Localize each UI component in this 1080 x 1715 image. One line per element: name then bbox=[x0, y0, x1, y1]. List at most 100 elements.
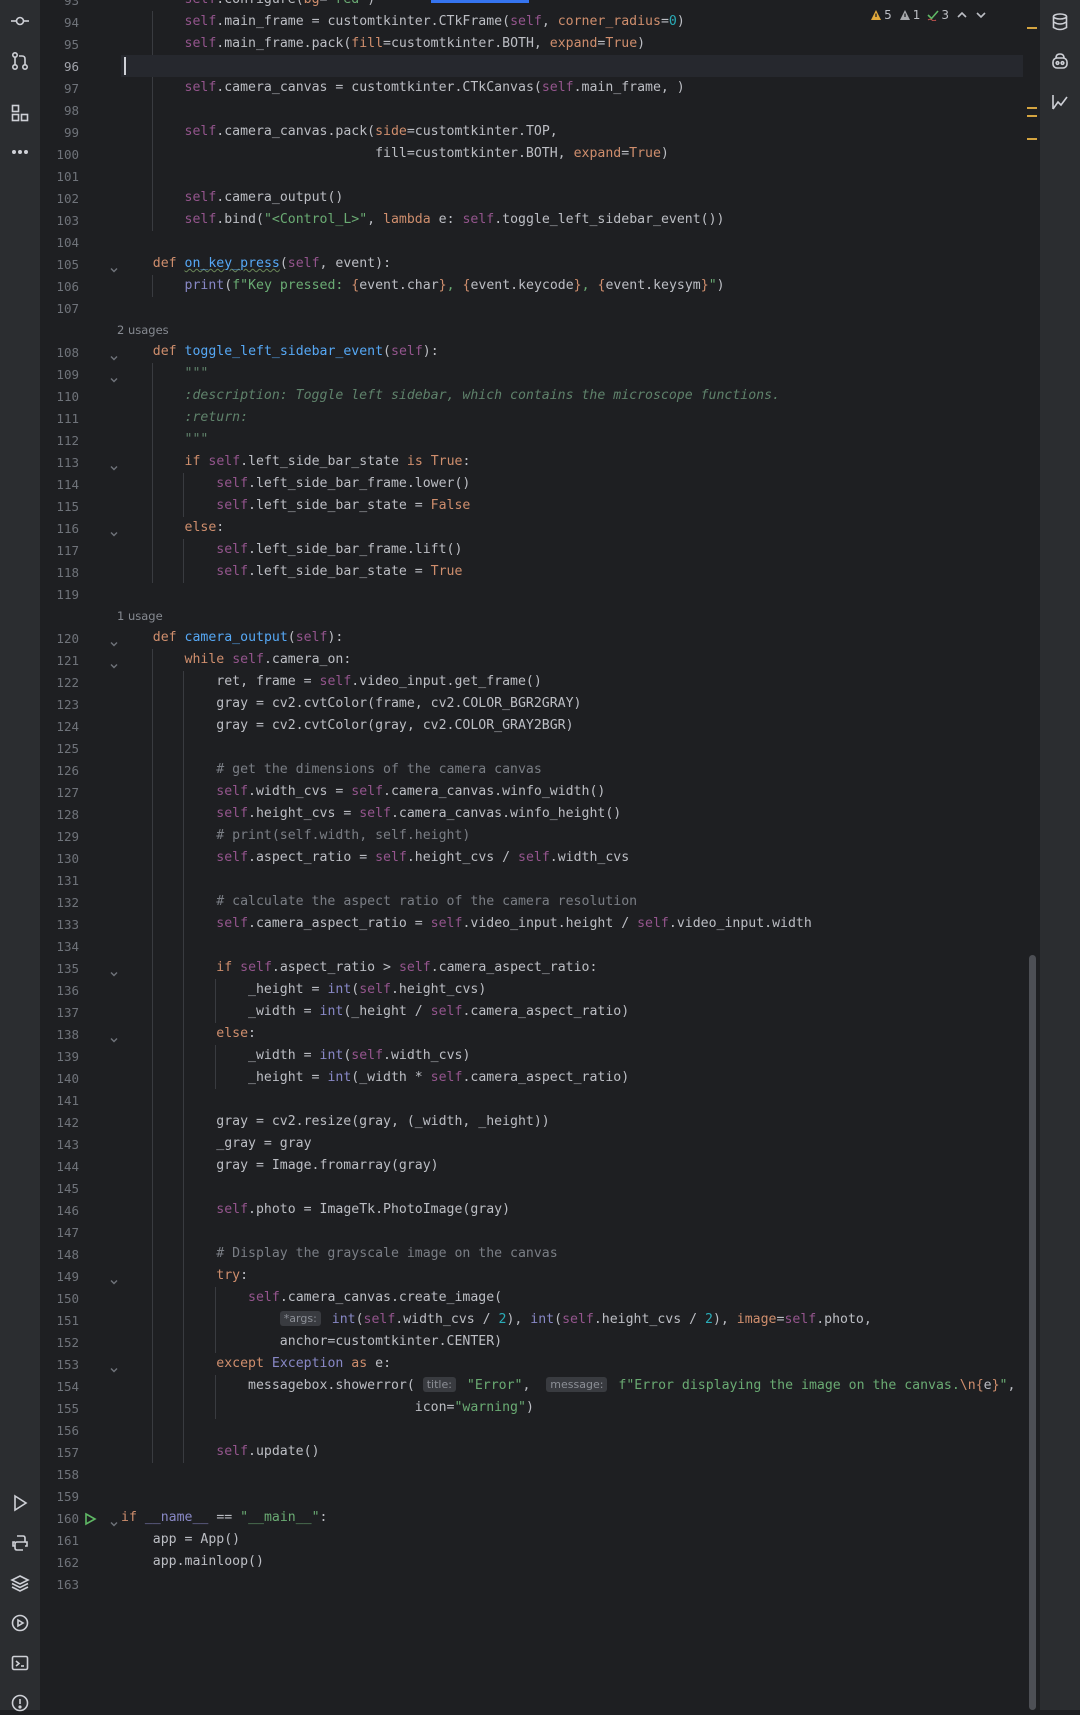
fold-chevron-icon[interactable] bbox=[109, 1360, 119, 1373]
fold-chevron-icon[interactable] bbox=[109, 1030, 119, 1043]
line-number[interactable]: 111 bbox=[41, 411, 79, 426]
fold-chevron-icon[interactable] bbox=[109, 964, 119, 977]
line-number[interactable]: 133 bbox=[41, 917, 79, 932]
code-line[interactable]: anchor=customtkinter.CENTER) bbox=[121, 1331, 1023, 1353]
code-line[interactable]: self.left_side_bar_state = True bbox=[121, 561, 1023, 583]
code-line[interactable]: self.width_cvs = self.camera_canvas.winf… bbox=[121, 781, 1023, 803]
inspections-widget[interactable]: 5 1 3 bbox=[870, 8, 987, 22]
line-number[interactable]: 155 bbox=[41, 1401, 79, 1416]
run-gutter-icon[interactable] bbox=[83, 1511, 97, 1526]
code-line[interactable]: self.camera_canvas = customtkinter.CTkCa… bbox=[121, 77, 1023, 99]
python-console-icon[interactable] bbox=[8, 1531, 32, 1555]
fold-chevron-icon[interactable] bbox=[109, 1272, 119, 1285]
code-line[interactable] bbox=[121, 231, 1023, 253]
code-line[interactable]: self.photo = ImageTk.PhotoImage(gray) bbox=[121, 1199, 1023, 1221]
line-number[interactable]: 121 bbox=[41, 653, 79, 668]
line-number[interactable]: 156 bbox=[41, 1423, 79, 1438]
warning-marker[interactable] bbox=[1027, 27, 1037, 29]
fold-chevron-icon[interactable] bbox=[109, 370, 119, 383]
code-line[interactable]: if self.left_side_bar_state is True: bbox=[121, 451, 1023, 473]
scrollbar-thumb[interactable] bbox=[1029, 955, 1036, 1710]
warning-marker[interactable] bbox=[1027, 138, 1037, 140]
code-line[interactable]: gray = cv2.resize(gray, (_width, _height… bbox=[121, 1111, 1023, 1133]
line-number[interactable]: 132 bbox=[41, 895, 79, 910]
commit-icon[interactable] bbox=[8, 9, 32, 33]
vertical-scrollbar[interactable] bbox=[1025, 0, 1039, 1710]
line-number[interactable]: 123 bbox=[41, 697, 79, 712]
code-line[interactable] bbox=[121, 737, 1023, 759]
code-line[interactable]: *args: int(self.width_cvs / 2), int(self… bbox=[121, 1309, 1023, 1331]
code-line[interactable]: app.mainloop() bbox=[121, 1551, 1023, 1573]
line-number[interactable]: 143 bbox=[41, 1137, 79, 1152]
line-number[interactable]: 95 bbox=[41, 37, 79, 52]
fold-chevron-icon[interactable] bbox=[109, 1514, 119, 1527]
code-line[interactable]: print(f"Key pressed: {event.char}, {even… bbox=[121, 275, 1023, 297]
warning-marker[interactable] bbox=[1027, 115, 1037, 117]
line-number[interactable]: 117 bbox=[41, 543, 79, 558]
line-number[interactable]: 151 bbox=[41, 1313, 79, 1328]
line-number[interactable]: 114 bbox=[41, 477, 79, 492]
weak-warnings-count[interactable]: 1 bbox=[899, 8, 920, 22]
line-number[interactable]: 93 bbox=[41, 0, 79, 8]
structure-icon[interactable] bbox=[8, 101, 32, 125]
code-line[interactable] bbox=[121, 1573, 1023, 1595]
usage-hint[interactable]: 1 usage bbox=[117, 609, 163, 623]
line-number[interactable]: 161 bbox=[41, 1533, 79, 1548]
code-line[interactable]: self.aspect_ratio = self.height_cvs / se… bbox=[121, 847, 1023, 869]
line-number[interactable]: 127 bbox=[41, 785, 79, 800]
code-line[interactable]: self.main_frame.pack(fill=customtkinter.… bbox=[121, 33, 1023, 55]
code-line[interactable] bbox=[121, 297, 1023, 319]
line-number[interactable]: 141 bbox=[41, 1093, 79, 1108]
code-line[interactable]: self.left_side_bar_frame.lift() bbox=[121, 539, 1023, 561]
code-line[interactable] bbox=[121, 935, 1023, 957]
line-number[interactable]: 118 bbox=[41, 565, 79, 580]
code-line[interactable] bbox=[121, 1089, 1023, 1111]
code-line[interactable]: else: bbox=[121, 1023, 1023, 1045]
line-number[interactable]: 147 bbox=[41, 1225, 79, 1240]
layers-icon[interactable] bbox=[8, 1571, 32, 1595]
code-line[interactable]: except Exception as e: bbox=[121, 1353, 1023, 1375]
code-line[interactable] bbox=[121, 55, 1023, 77]
code-line[interactable]: icon="warning") bbox=[121, 1397, 1023, 1419]
line-number[interactable]: 122 bbox=[41, 675, 79, 690]
fold-chevron-icon[interactable] bbox=[109, 260, 119, 273]
typos-count[interactable]: 3 bbox=[927, 8, 949, 22]
line-number[interactable]: 126 bbox=[41, 763, 79, 778]
code-line[interactable]: """ bbox=[121, 363, 1023, 385]
code-line[interactable]: self.update() bbox=[121, 1441, 1023, 1463]
code-line[interactable]: messagebox.showerror( title: "Error", me… bbox=[121, 1375, 1023, 1397]
line-number[interactable]: 134 bbox=[41, 939, 79, 954]
code-line[interactable]: def on_key_press(self, event): bbox=[121, 253, 1023, 275]
code-line[interactable]: try: bbox=[121, 1265, 1023, 1287]
line-number[interactable]: 144 bbox=[41, 1159, 79, 1174]
fold-chevron-icon[interactable] bbox=[109, 458, 119, 471]
line-number[interactable]: 158 bbox=[41, 1467, 79, 1482]
code-line[interactable]: gray = cv2.cvtColor(gray, cv2.COLOR_GRAY… bbox=[121, 715, 1023, 737]
line-number[interactable]: 139 bbox=[41, 1049, 79, 1064]
code-line[interactable] bbox=[121, 99, 1023, 121]
fold-chevron-icon[interactable] bbox=[109, 348, 119, 361]
code-line[interactable]: # Display the grayscale image on the can… bbox=[121, 1243, 1023, 1265]
code-line[interactable]: :description: Toggle left sidebar, which… bbox=[121, 385, 1023, 407]
line-number[interactable]: 105 bbox=[41, 257, 79, 272]
code-line[interactable]: # calculate the aspect ratio of the came… bbox=[121, 891, 1023, 913]
code-line[interactable]: ret, frame = self.video_input.get_frame(… bbox=[121, 671, 1023, 693]
line-number[interactable]: 128 bbox=[41, 807, 79, 822]
code-line[interactable]: def toggle_left_sidebar_event(self): bbox=[121, 341, 1023, 363]
code-line[interactable] bbox=[121, 1485, 1023, 1507]
code-line[interactable]: self.camera_canvas.create_image( bbox=[121, 1287, 1023, 1309]
line-number[interactable]: 140 bbox=[41, 1071, 79, 1086]
line-number[interactable]: 125 bbox=[41, 741, 79, 756]
line-number[interactable]: 157 bbox=[41, 1445, 79, 1460]
line-number[interactable]: 98 bbox=[41, 103, 79, 118]
line-number[interactable]: 110 bbox=[41, 389, 79, 404]
code-line[interactable]: _height = int(self.height_cvs) bbox=[121, 979, 1023, 1001]
code-line[interactable]: # get the dimensions of the camera canva… bbox=[121, 759, 1023, 781]
line-number[interactable]: 159 bbox=[41, 1489, 79, 1504]
code-line[interactable]: gray = Image.fromarray(gray) bbox=[121, 1155, 1023, 1177]
line-number[interactable]: 115 bbox=[41, 499, 79, 514]
chevron-up-icon[interactable] bbox=[956, 9, 968, 21]
code-line[interactable]: else: bbox=[121, 517, 1023, 539]
line-number[interactable]: 150 bbox=[41, 1291, 79, 1306]
line-number[interactable]: 100 bbox=[41, 147, 79, 162]
